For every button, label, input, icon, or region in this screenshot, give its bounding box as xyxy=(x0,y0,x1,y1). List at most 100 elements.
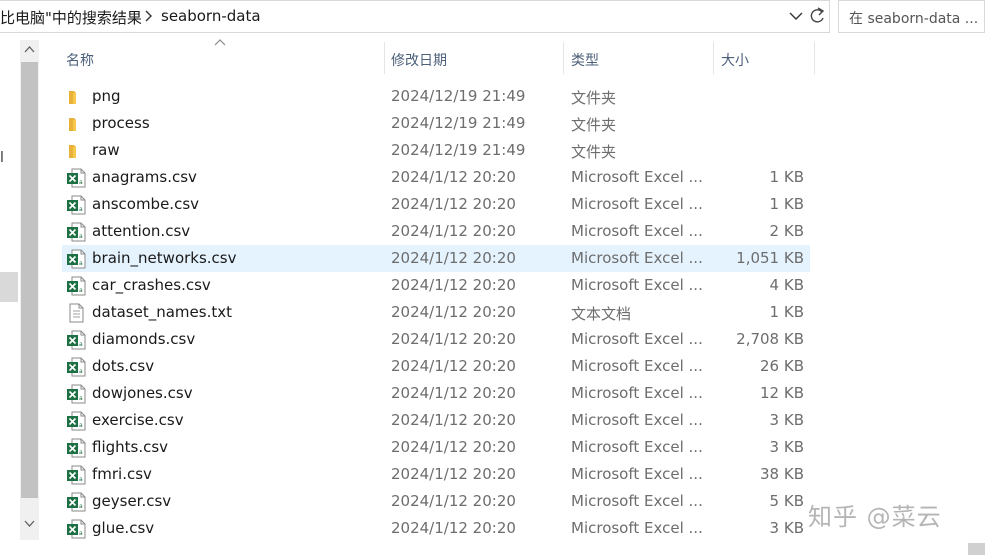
excel-csv-icon: a xyxy=(66,411,86,431)
svg-text:a: a xyxy=(79,233,83,240)
excel-csv-icon: a xyxy=(66,465,86,485)
vertical-scrollbar[interactable] xyxy=(20,40,39,540)
file-type: Microsoft Excel ... xyxy=(571,276,703,294)
scroll-up-icon[interactable] xyxy=(24,44,35,55)
file-row[interactable]: a fmri.csv 2024/1/12 20:20 Microsoft Excel … xyxy=(62,461,810,488)
nav-item-fragment[interactable]: l xyxy=(0,150,4,166)
refresh-icon[interactable] xyxy=(807,5,827,27)
file-type: 文件夹 xyxy=(571,89,617,107)
file-name: dots.csv xyxy=(92,357,155,375)
svg-text:a: a xyxy=(79,395,83,402)
file-type: Microsoft Excel ... xyxy=(571,249,703,267)
column-header-date[interactable]: 修改日期 xyxy=(385,42,563,74)
scrollbar-thumb[interactable] xyxy=(21,62,38,498)
file-modified-date: 2024/1/12 20:20 xyxy=(391,195,516,213)
file-row[interactable]: a brain_networks.csv 2024/1/12 20:20 Micros… xyxy=(62,245,810,272)
excel-csv-icon: a xyxy=(66,276,86,296)
file-size: 3 KB xyxy=(769,438,804,456)
watermark: 知乎 @菜云 xyxy=(808,503,942,531)
file-modified-date: 2024/1/12 20:20 xyxy=(391,303,516,321)
file-type: Microsoft Excel ... xyxy=(571,195,703,213)
file-name: fmri.csv xyxy=(92,465,152,483)
column-divider[interactable] xyxy=(814,42,815,74)
file-size: 5 KB xyxy=(769,492,804,510)
svg-text:a: a xyxy=(79,476,83,483)
file-modified-date: 2024/1/12 20:20 xyxy=(391,249,516,267)
folder-icon xyxy=(66,87,86,107)
file-row[interactable]: a anagrams.csv 2024/1/12 20:20 Microsoft Ex… xyxy=(62,164,810,191)
file-size: 1 KB xyxy=(769,168,804,186)
file-modified-date: 2024/1/12 20:20 xyxy=(391,411,516,429)
file-row[interactable]: dataset_names.txt 2024/1/12 20:20 文本文档 1 KB xyxy=(62,299,810,326)
file-row[interactable]: png 2024/12/19 21:49 文件夹 xyxy=(62,83,810,110)
column-header-type[interactable]: 类型 xyxy=(564,42,713,74)
breadcrumb-current-folder[interactable]: seaborn-data xyxy=(161,7,261,25)
file-row[interactable]: raw 2024/12/19 21:49 文件夹 xyxy=(62,137,810,164)
file-size: 3 KB xyxy=(769,411,804,429)
file-type: 文件夹 xyxy=(571,116,617,134)
column-header-name[interactable]: 名称 xyxy=(62,42,384,74)
navigation-pane[interactable]: l xyxy=(0,40,20,540)
chevron-right-icon[interactable] xyxy=(140,8,156,24)
file-modified-date: 2024/1/12 20:20 xyxy=(391,438,516,456)
file-modified-date: 2024/1/12 20:20 xyxy=(391,168,516,186)
folder-icon xyxy=(66,114,86,134)
file-size: 26 KB xyxy=(760,357,804,375)
svg-text:a: a xyxy=(79,287,83,294)
file-row[interactable]: a car_crashes.csv 2024/1/12 20:20 Microsoft… xyxy=(62,272,810,299)
file-row[interactable]: a attention.csv 2024/1/12 20:20 Microsoft E… xyxy=(62,218,810,245)
file-size: 12 KB xyxy=(760,384,804,402)
file-row[interactable]: a dots.csv 2024/1/12 20:20 Microsoft Excel … xyxy=(62,353,810,380)
file-modified-date: 2024/12/19 21:49 xyxy=(391,87,526,105)
column-header-type-label: 类型 xyxy=(571,53,599,69)
file-row[interactable]: a dowjones.csv 2024/1/12 20:20 Microsoft Ex… xyxy=(62,380,810,407)
file-modified-date: 2024/1/12 20:20 xyxy=(391,330,516,348)
file-modified-date: 2024/1/12 20:20 xyxy=(391,492,516,510)
svg-text:a: a xyxy=(79,449,83,456)
svg-text:a: a xyxy=(79,422,83,429)
file-row[interactable]: a geyser.csv 2024/1/12 20:20 Microsoft Exce… xyxy=(62,488,810,515)
excel-csv-icon: a xyxy=(66,195,86,215)
corner-fragment xyxy=(968,543,985,555)
file-type: Microsoft Excel ... xyxy=(571,519,703,537)
file-name: glue.csv xyxy=(92,519,155,537)
file-modified-date: 2024/1/12 20:20 xyxy=(391,384,516,402)
breadcrumb-search-results[interactable]: 比电脑"中的搜索结果 xyxy=(0,7,142,28)
search-input[interactable]: 在 seaborn-data ... xyxy=(838,0,985,33)
file-row[interactable]: a exercise.csv 2024/1/12 20:20 Microsoft Ex… xyxy=(62,407,810,434)
file-type: Microsoft Excel ... xyxy=(571,438,703,456)
column-header-size[interactable]: 大小 xyxy=(714,42,814,74)
excel-csv-icon: a xyxy=(66,357,86,377)
file-row[interactable]: a flights.csv 2024/1/12 20:20 Microsoft Exc… xyxy=(62,434,810,461)
excel-csv-icon: a xyxy=(66,438,86,458)
file-name: anagrams.csv xyxy=(92,168,197,186)
file-modified-date: 2024/1/12 20:20 xyxy=(391,519,516,537)
file-size: 2,708 KB xyxy=(736,330,804,348)
file-row[interactable]: a diamonds.csv 2024/1/12 20:20 Microsoft Ex… xyxy=(62,326,810,353)
svg-text:a: a xyxy=(79,368,83,375)
file-name: flights.csv xyxy=(92,438,169,456)
file-type: Microsoft Excel ... xyxy=(571,411,703,429)
chevron-down-icon[interactable] xyxy=(788,7,804,25)
file-name: anscombe.csv xyxy=(92,195,200,213)
file-modified-date: 2024/12/19 21:49 xyxy=(391,141,526,159)
file-row[interactable]: a anscombe.csv 2024/1/12 20:20 Microsoft Ex… xyxy=(62,191,810,218)
scroll-down-icon[interactable] xyxy=(24,518,35,529)
file-type: Microsoft Excel ... xyxy=(571,465,703,483)
file-name: process xyxy=(92,114,150,132)
file-row[interactable]: process 2024/12/19 21:49 文件夹 xyxy=(62,110,810,137)
file-row[interactable]: a glue.csv 2024/1/12 20:20 Microsoft Excel … xyxy=(62,515,810,542)
file-type: 文本文档 xyxy=(571,305,632,323)
text-document-icon xyxy=(66,303,86,323)
file-type: Microsoft Excel ... xyxy=(571,330,703,348)
file-size: 2 KB xyxy=(769,222,804,240)
file-modified-date: 2024/1/12 20:20 xyxy=(391,276,516,294)
file-name: diamonds.csv xyxy=(92,330,196,348)
file-name: dataset_names.txt xyxy=(92,303,232,321)
column-header-size-label: 大小 xyxy=(721,53,749,69)
nav-selected-item[interactable] xyxy=(0,272,18,302)
excel-csv-icon: a xyxy=(66,168,86,188)
svg-text:a: a xyxy=(79,503,83,510)
address-bar[interactable]: 比电脑"中的搜索结果 seaborn-data xyxy=(0,0,830,33)
file-type: Microsoft Excel ... xyxy=(571,168,703,186)
